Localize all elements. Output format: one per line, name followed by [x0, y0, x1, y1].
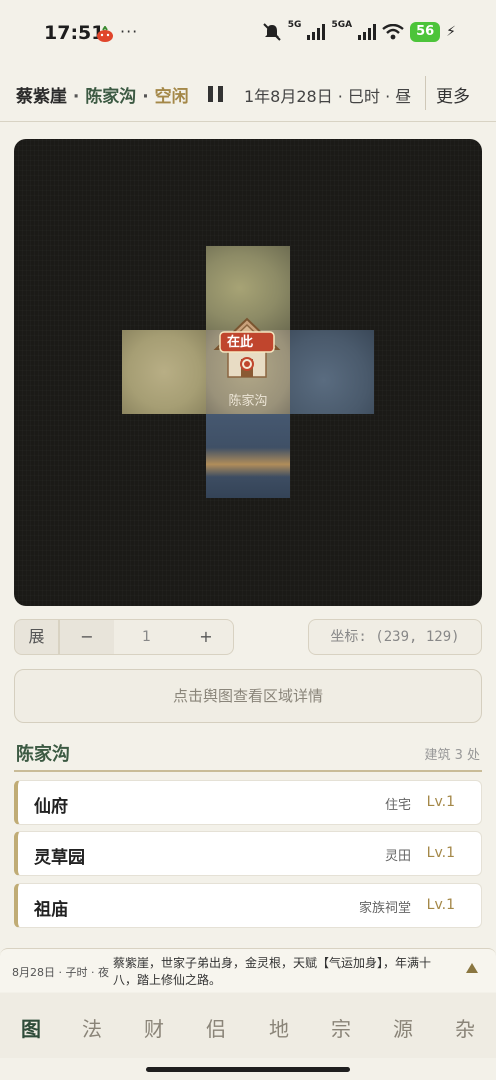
map-tile-east[interactable]	[290, 330, 374, 414]
building-type: 家族祠堂	[358, 901, 411, 916]
building-name: 祖庙	[34, 900, 68, 920]
more-button[interactable]: 更多	[436, 82, 470, 107]
log-message: 蔡紫崖，世家子弟出身，金灵根，天赋【气运加身】，年满十八，踏上修仙之路。	[113, 956, 432, 987]
nav-tab-sect[interactable]: 宗	[321, 1013, 361, 1042]
top-header: 蔡紫崖 · 陈家沟 · 空闲 1年8月28日 · 巳时 · 昼 更多	[0, 64, 496, 122]
character-state: 空闲	[154, 87, 189, 107]
here-marker: 在此	[227, 335, 254, 350]
signal-icon	[358, 24, 377, 40]
current-location: 陈家沟	[85, 87, 137, 107]
game-date: 1年8月28日 · 巳时 · 昼	[244, 87, 412, 106]
pause-icon[interactable]	[208, 86, 225, 102]
battery-icon: 56	[410, 22, 441, 42]
log-time: 8月28日 · 子时 · 夜	[12, 966, 109, 979]
stepper-value[interactable]: 1	[114, 620, 179, 654]
coordinate-readout: 坐标: (239, 129)	[308, 619, 482, 655]
nav-tab-map[interactable]: 图	[11, 1013, 51, 1042]
decrement-button[interactable]: −	[60, 620, 114, 654]
expand-button[interactable]: 展	[14, 619, 59, 655]
building-name: 仙府	[34, 797, 68, 817]
separator: ·	[72, 87, 80, 107]
building-level: Lv.1	[426, 897, 455, 913]
nav-tab-technique[interactable]: 法	[72, 1013, 112, 1042]
signal-icon	[307, 24, 326, 40]
building-level: Lv.1	[426, 845, 455, 861]
section-title: 陈家沟	[16, 744, 70, 765]
nav-tab-companion[interactable]: 侣	[196, 1013, 236, 1042]
character-status-line: 蔡紫崖 · 陈家沟 · 空闲	[16, 82, 189, 107]
building-name: 灵草园	[34, 848, 85, 868]
building-row[interactable]: 仙府 住宅 Lv.1	[14, 780, 482, 825]
zoom-stepper: − 1 +	[59, 619, 234, 655]
signal1-label: 5G	[287, 20, 302, 30]
bottom-nav: 图 法 财 侣 地 宗 源 杂	[0, 993, 496, 1058]
nav-tab-land[interactable]: 地	[259, 1013, 299, 1042]
nav-tab-wealth[interactable]: 财	[134, 1013, 174, 1042]
home-indicator[interactable]	[146, 1067, 350, 1072]
wifi-icon	[382, 24, 404, 40]
tomato-app-icon	[97, 26, 113, 42]
building-row[interactable]: 祖庙 家族祠堂 Lv.1	[14, 883, 482, 928]
increment-button[interactable]: +	[179, 620, 233, 654]
character-name: 蔡紫崖	[16, 87, 67, 107]
building-level: Lv.1	[426, 794, 455, 810]
nav-tab-resource[interactable]: 源	[383, 1013, 423, 1042]
status-bar: 17:51 ··· 5G 5GA 56 ⚡	[0, 0, 496, 64]
map-tile-west[interactable]	[122, 330, 206, 414]
status-indicators: 5G 5GA 56 ⚡	[262, 20, 456, 42]
signal2-label: 5GA	[331, 20, 353, 30]
charging-icon: ⚡	[446, 24, 456, 40]
house-icon	[213, 317, 281, 378]
building-type: 灵田	[384, 849, 411, 864]
divider	[425, 76, 426, 110]
world-map[interactable]: 在此 陈家沟	[14, 139, 482, 606]
building-count: 建筑 3 处	[424, 748, 480, 763]
event-log-bar[interactable]: 8月28日 · 子时 · 夜 蔡紫崖，世家子弟出身，金灵根，天赋【气运加身】，年…	[0, 948, 496, 992]
separator: ·	[142, 87, 149, 107]
status-more-dots: ···	[120, 22, 139, 41]
expand-log-icon[interactable]	[466, 963, 478, 973]
building-row[interactable]: 灵草园 灵田 Lv.1	[14, 831, 482, 876]
map-tile-label: 陈家沟	[228, 394, 268, 409]
map-tile-south[interactable]	[206, 414, 290, 498]
region-detail-button[interactable]: 点击舆图查看区域详情	[14, 669, 482, 723]
mute-icon	[263, 23, 281, 41]
divider	[14, 770, 482, 772]
building-type: 住宅	[384, 798, 411, 813]
nav-tab-misc[interactable]: 杂	[445, 1013, 485, 1042]
